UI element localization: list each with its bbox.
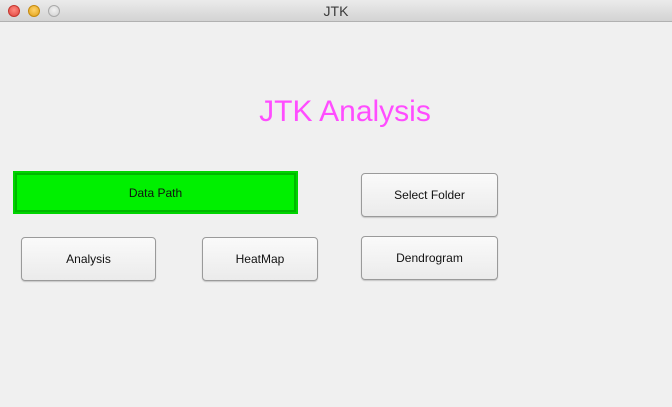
data-path-label: Data Path	[128, 185, 183, 200]
heatmap-button[interactable]: HeatMap	[202, 237, 318, 281]
dendrogram-button[interactable]: Dendrogram	[361, 236, 498, 280]
page-title: JTK Analysis	[259, 95, 431, 128]
window-title: JTK	[323, 3, 349, 19]
select-folder-button[interactable]: Select Folder	[361, 173, 498, 217]
title-bar[interactable]: JTK	[0, 0, 672, 22]
heatmap-label: HeatMap	[235, 252, 285, 266]
analysis-label: Analysis	[66, 252, 111, 266]
main-panel: JTK Analysis Data Path Select Folder Ana…	[0, 22, 672, 407]
app-window: JTK JTK Analysis Data Path Select Folder…	[0, 0, 672, 407]
analysis-button[interactable]: Analysis	[21, 237, 156, 281]
select-folder-label: Select Folder	[394, 188, 465, 202]
data-path-field: Data Path	[13, 171, 298, 214]
dendrogram-label: Dendrogram	[396, 251, 463, 265]
